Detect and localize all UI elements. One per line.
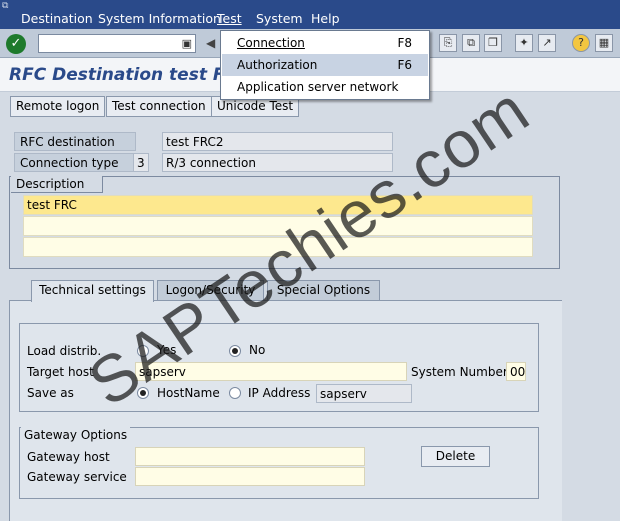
delete-button[interactable]: Delete	[421, 446, 490, 467]
gateway-service-label: Gateway service	[27, 470, 127, 484]
target-host-label: Target host	[27, 365, 94, 379]
tab-logon-security[interactable]: Logon/Security	[157, 280, 264, 301]
menu-item-application-server-network[interactable]: Application server network	[222, 76, 428, 98]
system-number-input[interactable]: 00	[506, 362, 526, 381]
save-as-label: Save as	[27, 386, 74, 400]
remote-logon-button[interactable]: Remote logon	[10, 96, 106, 117]
menu-test[interactable]: Test	[217, 11, 242, 26]
load-distrib-no-label: No	[249, 343, 266, 357]
shortcut-icon[interactable]: ↗	[538, 34, 556, 52]
test-connection-button[interactable]: Test connection	[106, 96, 212, 117]
connection-type-code: 3	[133, 153, 149, 172]
layout-icon[interactable]: ✦	[515, 34, 533, 52]
save-as-value-field: sapserv	[316, 384, 412, 403]
customize-layout-icon[interactable]: ▦	[595, 34, 613, 52]
save-as-ip-radio[interactable]	[229, 387, 241, 399]
save-as-ip-label: IP Address	[248, 386, 311, 400]
rfc-destination-field: test FRC2	[162, 132, 393, 151]
enter-check-icon[interactable]: ✓	[6, 34, 26, 54]
gateway-options-title: Gateway Options	[21, 426, 131, 445]
gateway-host-label: Gateway host	[27, 450, 110, 464]
menu-system[interactable]: System	[256, 11, 303, 26]
menu-bar: ⧉ Destination System Information Test Sy…	[0, 0, 620, 29]
connection-type-label: Connection type	[14, 153, 136, 172]
connection-type-field: R/3 connection	[162, 153, 393, 172]
description-line-1[interactable]: test FRC	[23, 195, 533, 215]
tab-special-options[interactable]: Special Options	[267, 280, 380, 301]
load-distrib-yes-radio[interactable]	[137, 345, 149, 357]
menu-help[interactable]: Help	[311, 11, 340, 26]
create-session-icon[interactable]: ⎘	[439, 34, 457, 52]
menu-item-authorization-shortcut: F6	[397, 58, 412, 72]
save-as-hostname-label: HostName	[157, 386, 220, 400]
paste-icon[interactable]: ❐	[484, 34, 502, 52]
system-number-label: System Number	[411, 365, 508, 379]
load-distrib-yes-label: Yes	[157, 343, 177, 357]
gateway-host-input[interactable]	[135, 447, 365, 466]
description-title: Description	[11, 176, 104, 193]
sap-app-icon[interactable]: ⧉	[2, 1, 16, 11]
menu-item-connection-label: Connection	[237, 36, 305, 50]
target-host-input[interactable]: sapserv	[135, 362, 407, 381]
command-field[interactable]: ▣	[38, 34, 196, 53]
description-line-2[interactable]	[23, 216, 533, 236]
load-distrib-no-radio[interactable]	[229, 345, 241, 357]
menu-item-connection[interactable]: Connection F8	[222, 32, 428, 54]
save-as-hostname-radio[interactable]	[137, 387, 149, 399]
help-icon[interactable]: ?	[572, 34, 590, 52]
menu-item-authorization[interactable]: Authorization F6	[222, 54, 428, 76]
rfc-destination-label: RFC destination	[14, 132, 136, 151]
menu-item-authorization-label: Authorization	[237, 58, 318, 72]
menu-system-information[interactable]: System Information	[98, 11, 221, 26]
gateway-service-input[interactable]	[135, 467, 365, 486]
save-icon[interactable]: ▣	[182, 37, 192, 50]
description-line-3[interactable]	[23, 237, 533, 257]
back-arrow-icon[interactable]: ◀	[206, 34, 220, 53]
copy-icon[interactable]: ⧉	[462, 34, 480, 52]
menu-item-connection-shortcut: F8	[397, 36, 412, 50]
menu-item-application-server-network-label: Application server network	[237, 80, 399, 94]
test-menu-dropdown: Connection F8 Authorization F6 Applicati…	[220, 30, 430, 100]
menu-destination[interactable]: Destination	[21, 11, 93, 26]
load-distrib-label: Load distrib.	[27, 344, 102, 358]
tab-technical-settings[interactable]: Technical settings	[31, 280, 154, 302]
